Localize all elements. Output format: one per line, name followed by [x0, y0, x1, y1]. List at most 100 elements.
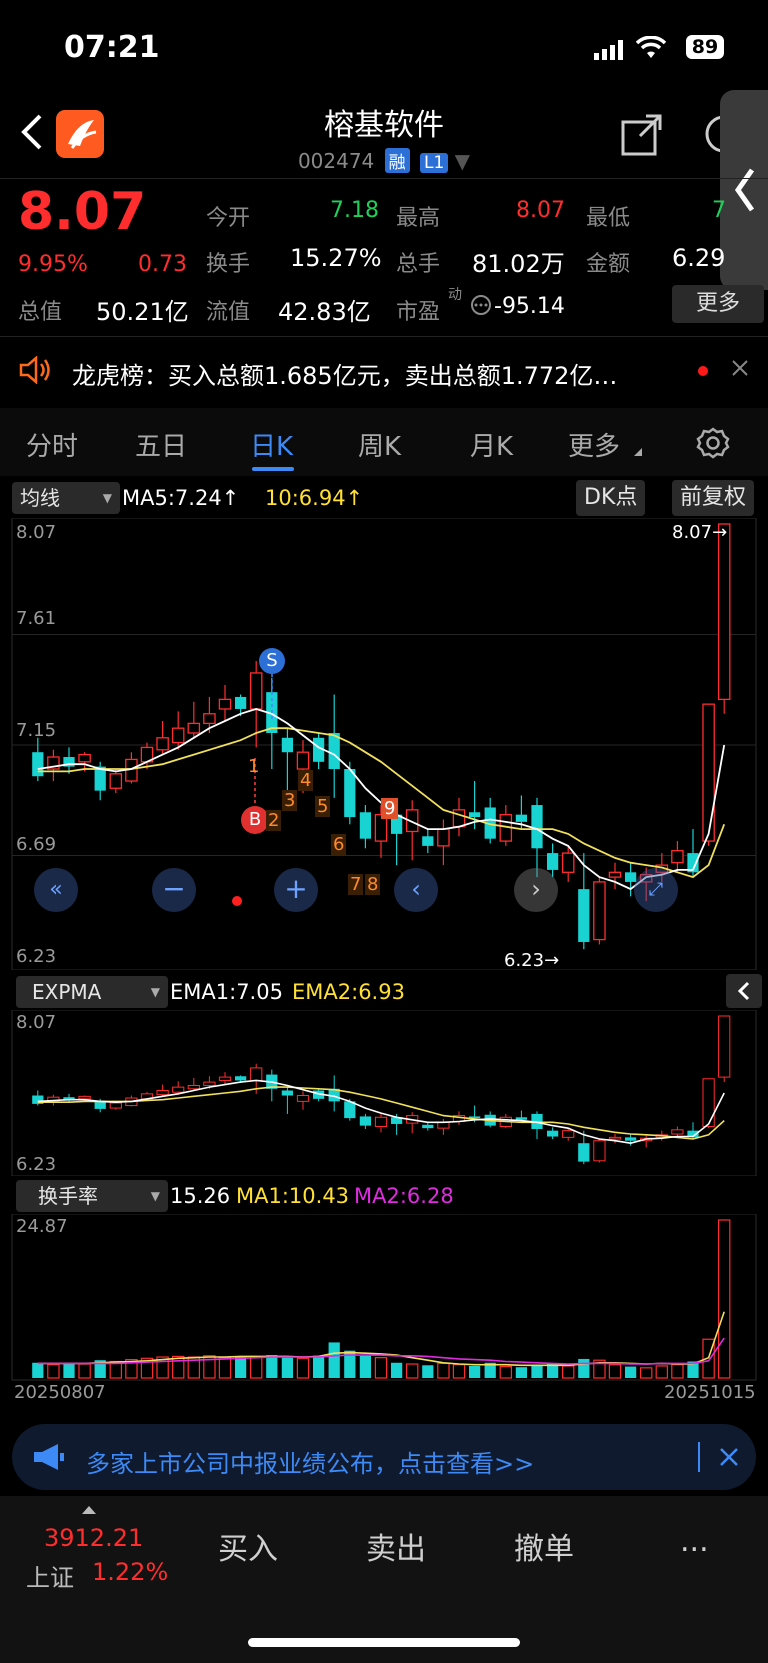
td-count-6: 6: [331, 834, 347, 855]
turnover-bar: [437, 1362, 450, 1379]
candle-body: [109, 1102, 122, 1109]
candle-body: [452, 809, 466, 828]
turnover-chart[interactable]: 24.87 20250807 20251015: [0, 1214, 768, 1403]
candle-body: [608, 871, 622, 878]
tab-more-arrow-icon: [634, 448, 642, 456]
dragon-tiger-banner[interactable]: 龙虎榜：买入总额1.685亿元，卖出总额1.772亿…: [0, 340, 768, 400]
expma-select-label: EXPMA: [32, 980, 102, 1004]
pe-dynamic-sup: 动: [448, 287, 462, 303]
index-value[interactable]: 3912.21: [44, 1524, 143, 1552]
fullscreen-button[interactable]: ⤢: [634, 868, 678, 912]
turnover-bar: [249, 1355, 263, 1379]
kline-chart[interactable]: 8.07 7.61 7.15 6.69 6.23 8.07→ 6.23→ S B…: [0, 518, 768, 971]
page-dot: [232, 896, 242, 906]
candle-body: [578, 1143, 590, 1162]
index-name: 上证: [26, 1564, 74, 1592]
volume-label: 总手: [396, 252, 441, 277]
high-label: 最高: [396, 206, 441, 231]
wifi-icon: [635, 35, 667, 64]
candle-body: [234, 696, 247, 709]
dk-point-label: DK点: [584, 485, 638, 510]
sell-signal-marker[interactable]: S: [259, 648, 285, 674]
status-time: 07:21: [64, 30, 160, 65]
share-button[interactable]: [620, 112, 664, 160]
tab-five-day[interactable]: 五日: [135, 426, 187, 463]
candle-body: [187, 722, 201, 734]
turnover-rate-value: 15.26: [170, 1184, 231, 1208]
turnover-bar: [78, 1363, 91, 1379]
cancel-order-button[interactable]: 撤单: [514, 1524, 574, 1568]
close-icon[interactable]: [718, 1446, 740, 1472]
tab-weekly-k[interactable]: 周K: [358, 426, 401, 463]
scroll-left-fast-button[interactable]: «: [34, 868, 78, 912]
candle-body: [437, 1121, 450, 1129]
candle-body: [546, 853, 559, 870]
zoom-in-button[interactable]: +: [274, 868, 318, 912]
change-amount: 0.73: [138, 252, 187, 277]
expma-select[interactable]: EXPMA ▼: [16, 976, 168, 1008]
tab-intraday[interactable]: 分时: [26, 426, 78, 463]
candle-body: [296, 751, 310, 770]
candle-body: [218, 698, 232, 710]
min-price-marker: 6.23→: [504, 950, 560, 971]
collapse-panel-button[interactable]: [726, 974, 762, 1008]
buy-button[interactable]: 买入: [218, 1524, 278, 1568]
sell-button[interactable]: 卖出: [366, 1524, 426, 1568]
turnover-bar: [561, 1365, 575, 1379]
side-panel-tab[interactable]: [720, 90, 768, 290]
td-count-7: 7: [348, 874, 364, 895]
turnover-bar: [655, 1365, 669, 1379]
zoom-out-button[interactable]: −: [152, 868, 196, 912]
candle-body: [172, 1086, 185, 1093]
turnover-bar: [671, 1364, 684, 1379]
more-quote-button[interactable]: 更多: [672, 285, 764, 323]
candle-body: [344, 769, 356, 818]
turnover-bar: [515, 1367, 528, 1378]
ma-select-label: 均线: [20, 486, 60, 510]
candle-body: [593, 1140, 606, 1162]
candle-body: [624, 1137, 637, 1141]
turnover-bar: [359, 1355, 372, 1378]
gear-icon[interactable]: [696, 426, 730, 464]
turnover-bar: [296, 1357, 310, 1379]
scroll-right-button[interactable]: ›: [514, 868, 558, 912]
candle-body: [109, 773, 123, 789]
mcap-value: 50.21亿: [96, 298, 189, 326]
turnover-bar: [281, 1357, 294, 1378]
pe-value: -95.14: [494, 294, 565, 319]
candle-body: [234, 1076, 247, 1081]
td-count-8: 8: [365, 874, 381, 895]
close-icon[interactable]: [730, 358, 750, 382]
info-icon[interactable]: [470, 294, 492, 320]
buy-signal-marker[interactable]: B: [241, 806, 269, 834]
candle-body: [422, 836, 434, 846]
earnings-notice-banner[interactable]: 多家上市公司中报业绩公布，点击查看>>: [12, 1424, 756, 1490]
home-indicator[interactable]: [248, 1638, 520, 1647]
tab-more[interactable]: 更多: [568, 426, 620, 463]
td-count-2: 2: [266, 810, 282, 831]
more-actions-button[interactable]: ...: [680, 1524, 709, 1559]
change-percent: 9.95%: [18, 252, 88, 277]
ma-select[interactable]: 均线 ▼: [12, 482, 120, 514]
dk-point-button[interactable]: DK点: [576, 480, 646, 516]
turnover-bar: [468, 1365, 481, 1378]
expma-y-bottom: 6.23: [16, 1154, 57, 1175]
sell-signal-label: S: [266, 650, 278, 671]
td-count-9: 9: [381, 798, 399, 819]
amount-label: 金额: [586, 252, 631, 277]
y-label-1: 7.61: [16, 608, 57, 629]
turnover-y-top: 24.87: [16, 1216, 68, 1237]
candle-body: [561, 852, 575, 873]
index-up-arrow-icon: [82, 1506, 96, 1514]
candle-body: [281, 737, 294, 753]
expma-chart[interactable]: 8.07 6.23: [0, 1010, 768, 1176]
dropdown-arrow-icon: ▼: [102, 491, 112, 505]
scroll-left-button[interactable]: ‹: [394, 868, 438, 912]
tab-daily-k[interactable]: 日K: [250, 426, 293, 463]
candle-body: [578, 889, 590, 942]
fq-button[interactable]: 前复权: [672, 480, 755, 516]
turnover-select[interactable]: 换手率 ▼: [16, 1180, 168, 1212]
turnover-bar: [639, 1367, 653, 1379]
dropdown-arrow-icon: ▼: [150, 1189, 160, 1203]
tab-monthly-k[interactable]: 月K: [470, 426, 513, 463]
